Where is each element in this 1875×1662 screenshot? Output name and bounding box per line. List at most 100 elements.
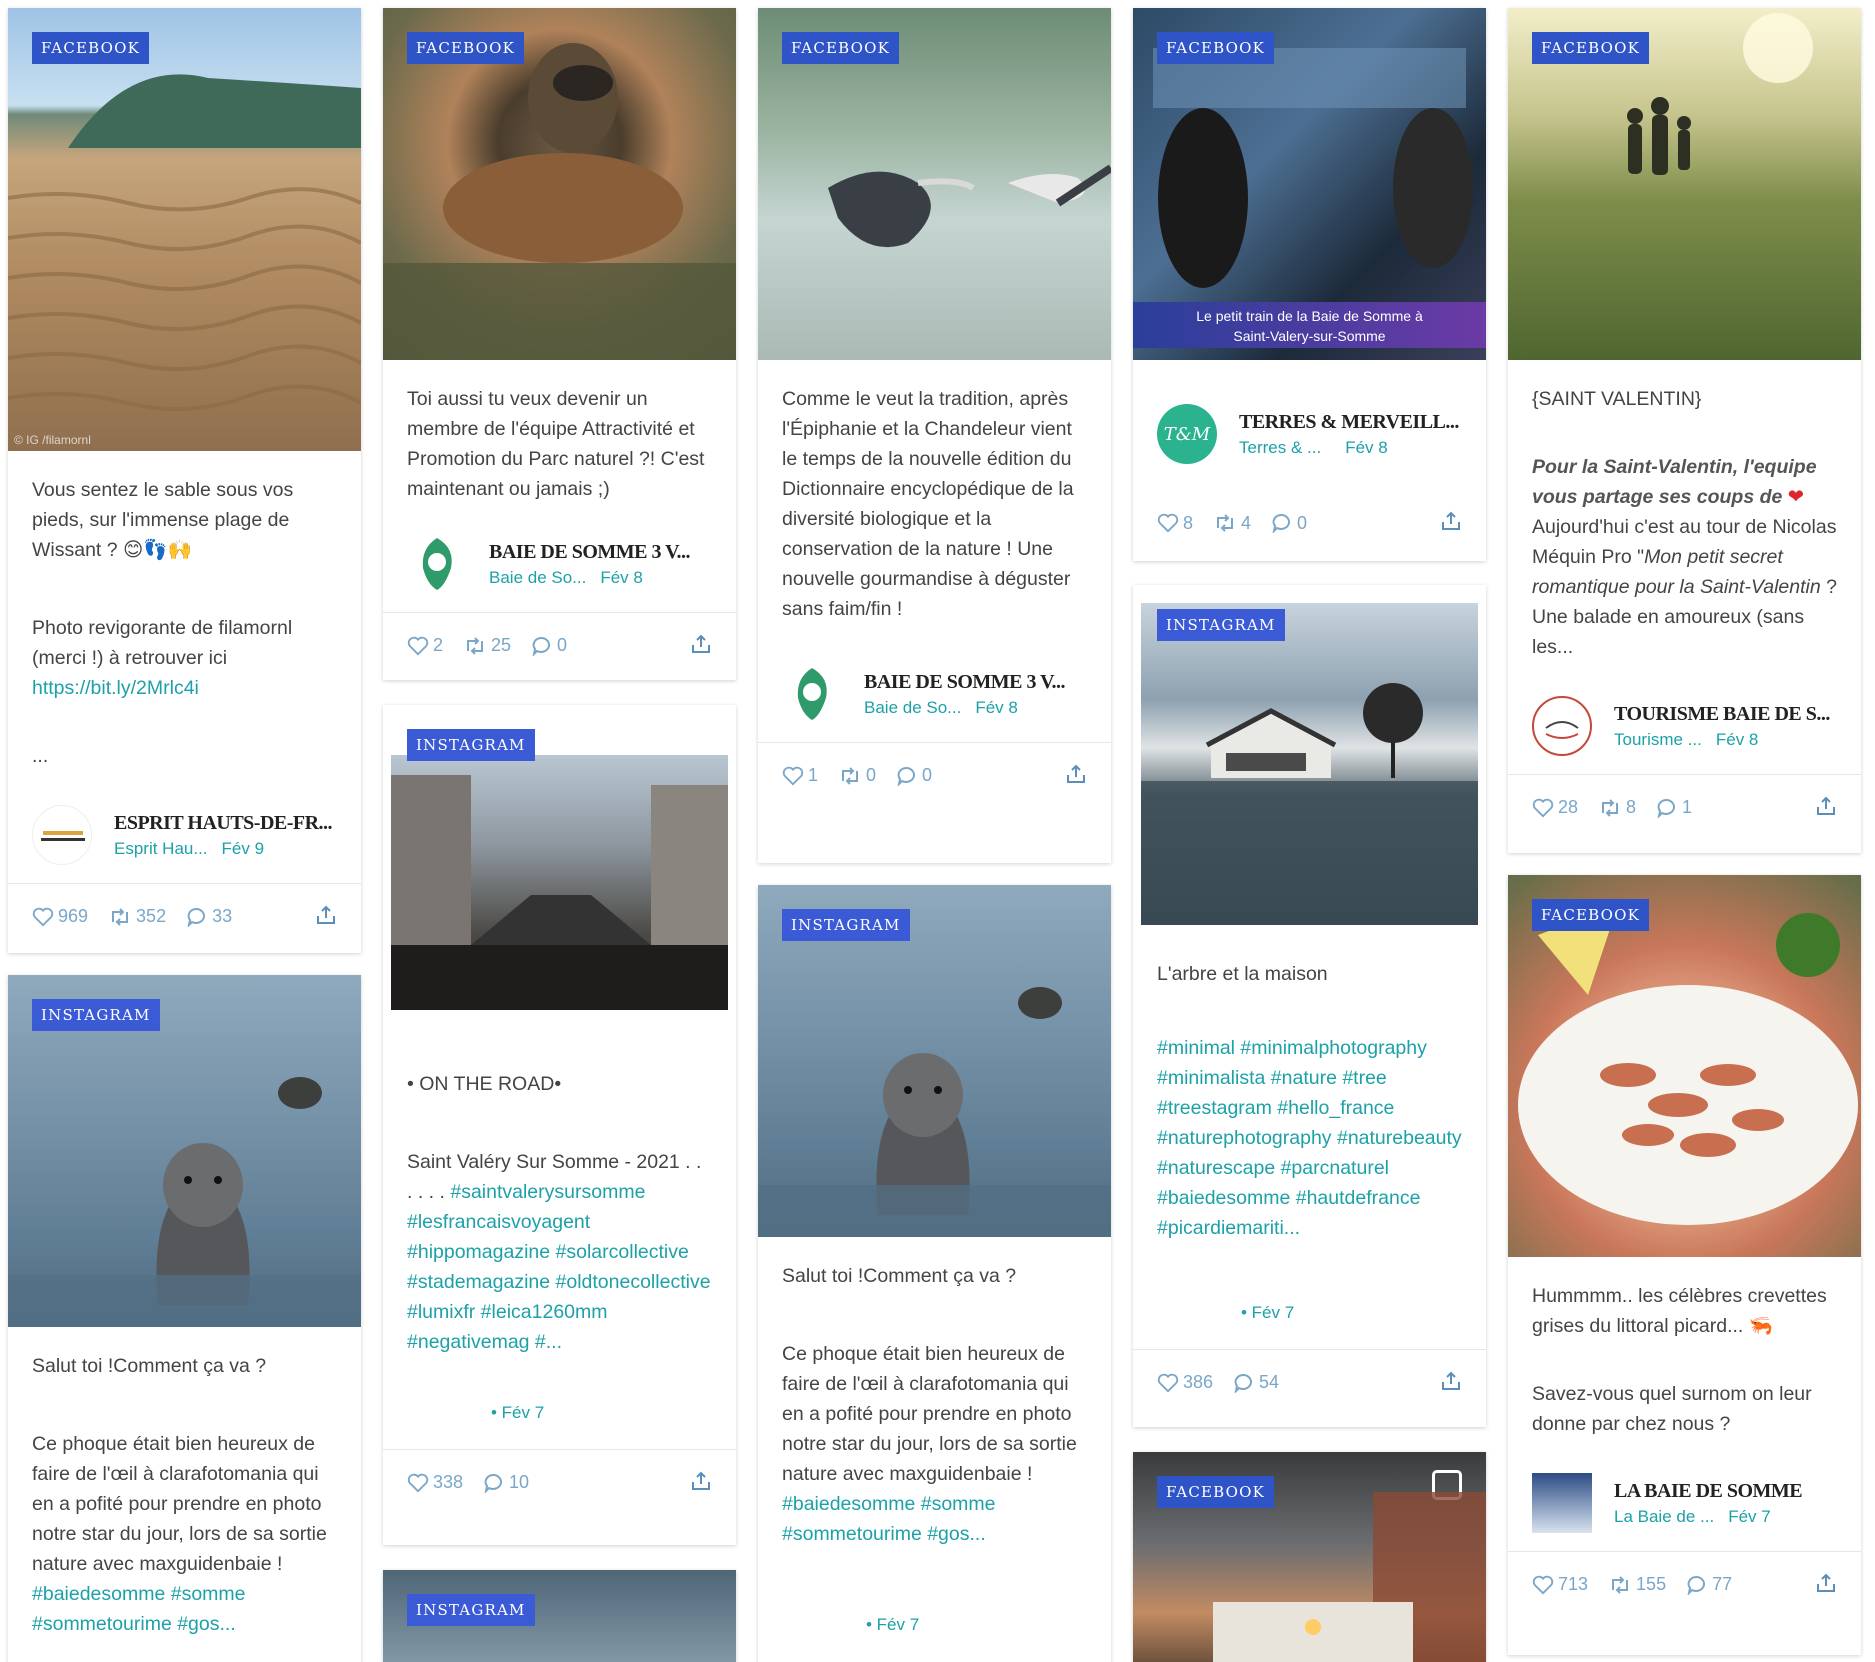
comment-button[interactable]: 1: [1656, 797, 1692, 818]
post-image[interactable]: INSTAGRAM: [383, 1570, 736, 1662]
post-card[interactable]: FACEBOOK Le petit train de la Baie de So…: [1133, 8, 1486, 561]
post-text: • ON THE ROAD• Saint Valéry Sur Somme - …: [383, 1025, 736, 1357]
share-icon[interactable]: [690, 1470, 712, 1497]
retweet-button[interactable]: 4: [1213, 513, 1251, 534]
like-button[interactable]: 28: [1532, 797, 1578, 818]
share-icon[interactable]: [315, 904, 337, 931]
facebook-badge: FACEBOOK: [1157, 1476, 1275, 1508]
post-card[interactable]: FACEBOOK Hummmm.. les célèbres crevettes…: [1508, 875, 1861, 1655]
post-author[interactable]: T&M TERRES & MERVEILL... Terres & ... Fév…: [1133, 360, 1486, 482]
like-count: 2: [433, 635, 444, 655]
post-actions: 1 0 0: [758, 742, 1111, 808]
post-image[interactable]: FACEBOOK: [1133, 1452, 1486, 1662]
share-icon[interactable]: [1815, 795, 1837, 822]
post-image[interactable]: FACEBOOK: [383, 8, 736, 360]
post-paragraph: Savez-vous quel surnom on leur donne par…: [1532, 1383, 1812, 1435]
heart-icon: [782, 766, 804, 785]
post-card[interactable]: FACEBOOK {SAINT VALENTIN} Pour la Saint-…: [1508, 8, 1861, 853]
instagram-badge: INSTAGRAM: [32, 999, 160, 1031]
share-icon[interactable]: [690, 633, 712, 660]
retweet-button[interactable]: 0: [838, 765, 876, 786]
post-hashtags[interactable]: #baiedesomme #somme #sommetourime #gos..…: [32, 1583, 246, 1635]
post-card[interactable]: FACEBOOK Toi aussi tu veux devenir un me…: [383, 8, 736, 680]
post-image[interactable]: INSTAGRAM: [1133, 585, 1486, 937]
post-card[interactable]: INSTAGRAM Salut toi !Comment ça va ? Ce …: [8, 975, 361, 1662]
post-card[interactable]: FACEBOOK Comme le veut la tradition, apr…: [758, 8, 1111, 863]
post-author[interactable]: ESPRIT HAUTS-DE-FR... Esprit Hau... Fév 9: [8, 791, 361, 883]
post-author[interactable]: TOURISME BAIE DE S... Tourisme ... Fév 8: [1508, 682, 1861, 774]
author-name: TERRES & MERVEILL...: [1239, 410, 1459, 433]
post-image[interactable]: FACEBOOK: [1508, 875, 1861, 1257]
like-button[interactable]: 2: [407, 635, 443, 656]
comment-button[interactable]: 10: [483, 1472, 529, 1493]
post-card[interactable]: INSTAGRAM: [383, 1570, 736, 1662]
comment-count: 0: [922, 765, 933, 785]
post-author[interactable]: LA BAIE DE SOMME La Baie de ... Fév 7: [1508, 1459, 1861, 1551]
retweet-button[interactable]: 25: [463, 635, 511, 656]
heart-icon: [1532, 1575, 1554, 1594]
author-handle: Baie de So...: [489, 567, 587, 587]
comment-button[interactable]: 0: [531, 635, 567, 656]
post-card[interactable]: INSTAGRAM Salut toi !Comment ça va ? Ce …: [758, 885, 1111, 1662]
like-button[interactable]: 1: [782, 765, 818, 786]
like-button[interactable]: 969: [32, 906, 88, 927]
comment-icon: [1687, 1575, 1706, 1595]
like-count: 1: [808, 765, 819, 785]
post-actions: 338 10: [383, 1449, 736, 1515]
instagram-badge: INSTAGRAM: [407, 729, 535, 761]
post-text: L'arbre et la maison #minimal #minimalph…: [1133, 937, 1486, 1243]
post-paragraph: Vous sentez le sable sous vos pieds, sur…: [32, 479, 294, 561]
post-hashtags[interactable]: #baiedesomme #somme #sommetourime #gos..…: [782, 1493, 996, 1545]
post-image[interactable]: FACEBOOK Le petit train de la Baie de So…: [1133, 8, 1486, 360]
post-card[interactable]: FACEBOOK: [1133, 1452, 1486, 1662]
post-hashtags[interactable]: #saintvalerysursomme #lesfrancaisvoyagen…: [407, 1181, 711, 1353]
heart-icon: [1157, 513, 1179, 533]
post-actions: 713 155 77: [1508, 1551, 1861, 1617]
post-author[interactable]: BAIE DE SOMME 3 V... Baie de So... Fév 8: [383, 524, 736, 612]
author-avatar: [407, 534, 467, 594]
post-image[interactable]: INSTAGRAM: [383, 705, 736, 1025]
share-icon[interactable]: [1440, 1370, 1462, 1397]
comment-button[interactable]: 77: [1686, 1574, 1732, 1595]
like-button[interactable]: 8: [1157, 513, 1193, 534]
street-illustration: [391, 775, 728, 1010]
author-avatar: [1532, 1473, 1592, 1533]
author-name: ESPRIT HAUTS-DE-FR...: [114, 811, 333, 834]
like-button[interactable]: 338: [407, 1472, 463, 1493]
author-name: LA BAIE DE SOMME: [1614, 1479, 1803, 1502]
retweet-button[interactable]: 8: [1598, 797, 1636, 818]
avatar-text: T&M: [1163, 423, 1211, 445]
post-image[interactable]: INSTAGRAM: [8, 975, 361, 1327]
post-image[interactable]: INSTAGRAM: [758, 885, 1111, 1237]
post-image[interactable]: FACEBOOK © IG /filamornl: [8, 8, 361, 451]
comment-button[interactable]: 54: [1233, 1372, 1279, 1393]
post-actions: 969 352 33: [8, 883, 361, 949]
like-count: 8: [1183, 512, 1194, 533]
post-hashtags[interactable]: #minimal #minimalphotography #minimalist…: [1157, 1033, 1462, 1243]
post-date: Fév 8: [600, 567, 643, 587]
retweet-button[interactable]: 352: [108, 906, 166, 927]
post-card[interactable]: INSTAGRAM L'arbre et la maison #minimal …: [1133, 585, 1486, 1427]
post-card[interactable]: FACEBOOK © IG /filamornl Vous sentez le …: [8, 8, 361, 953]
share-icon[interactable]: [1065, 763, 1087, 790]
comment-button[interactable]: 33: [186, 906, 232, 927]
post-paragraph: Ce phoque était bien heureux de faire de…: [32, 1433, 327, 1575]
author-avatar: [1532, 696, 1592, 756]
post-paragraph: Comme le veut la tradition, après l'Épip…: [782, 388, 1074, 620]
post-image[interactable]: FACEBOOK: [1508, 8, 1861, 360]
like-button[interactable]: 713: [1532, 1574, 1588, 1595]
instagram-badge: INSTAGRAM: [782, 909, 910, 941]
post-link[interactable]: https://bit.ly/2Mrlc4i: [32, 677, 199, 699]
retweet-button[interactable]: 155: [1608, 1574, 1666, 1595]
post-author[interactable]: BAIE DE SOMME 3 V... Baie de So... Fév 8: [758, 644, 1111, 742]
like-count: 28: [1558, 797, 1579, 817]
house-illustration: [1141, 683, 1478, 925]
comment-button[interactable]: 0: [896, 765, 932, 786]
like-button[interactable]: 386: [1157, 1372, 1213, 1393]
facebook-badge: FACEBOOK: [782, 32, 900, 64]
comment-button[interactable]: 0: [1271, 513, 1307, 534]
post-card[interactable]: INSTAGRAM • ON THE ROAD• Saint Valéry Su…: [383, 705, 736, 1545]
share-icon[interactable]: [1815, 1572, 1837, 1599]
post-image[interactable]: FACEBOOK: [758, 8, 1111, 360]
share-icon[interactable]: [1440, 510, 1462, 537]
